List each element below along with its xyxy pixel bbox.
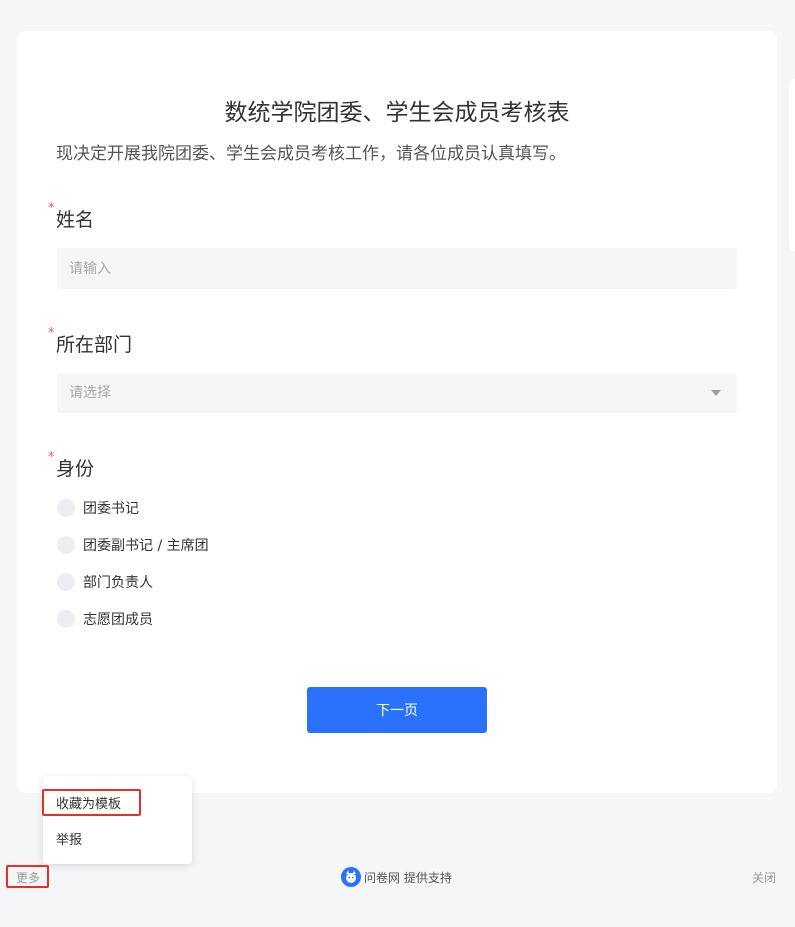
- department-select[interactable]: 请选择: [57, 373, 737, 413]
- radio-option-label: 团委副书记 / 主席团: [83, 538, 209, 554]
- question-department-label: * 所在部门: [48, 326, 133, 357]
- next-page-button[interactable]: 下一页: [307, 687, 487, 733]
- radio-option-label: 志愿团成员: [83, 612, 153, 628]
- select-placeholder: 请选择: [69, 385, 111, 401]
- caret-down-icon: [711, 390, 721, 396]
- brand-suffix: 提供支持: [400, 870, 452, 885]
- radio-circle-icon[interactable]: [57, 573, 75, 591]
- required-mark: *: [48, 450, 55, 465]
- role-radio-group: 团委书记 团委副书记 / 主席团 部门负责人 志愿团成员: [57, 497, 209, 645]
- radio-option[interactable]: 部门负责人: [57, 571, 209, 593]
- required-mark: *: [48, 326, 55, 341]
- report-item[interactable]: 举报: [43, 829, 192, 849]
- menu-item-label: 收藏为模板: [56, 797, 122, 812]
- brand-name: 问卷网: [364, 870, 401, 885]
- radio-circle-icon[interactable]: [57, 610, 75, 628]
- close-link[interactable]: 关闭: [752, 869, 776, 886]
- survey-title: 数统学院团委、学生会成员考核表: [224, 100, 570, 126]
- side-panel: [789, 78, 795, 252]
- radio-option[interactable]: 团委书记: [57, 497, 209, 519]
- radio-circle-icon[interactable]: [57, 499, 75, 517]
- radio-circle-icon[interactable]: [57, 536, 75, 554]
- survey-page: 数统学院团委、学生会成员考核表 现决定开展我院团委、学生会成员考核工作，请各位成…: [0, 0, 795, 927]
- survey-card: 数统学院团委、学生会成员考核表 现决定开展我院团委、学生会成员考核工作，请各位成…: [17, 31, 777, 793]
- save-as-template-item[interactable]: 收藏为模板: [43, 793, 192, 813]
- question-name-label: * 姓名: [48, 201, 95, 232]
- radio-option-label: 部门负责人: [83, 575, 153, 591]
- question-title: 身份: [56, 458, 95, 480]
- required-mark: *: [48, 201, 55, 216]
- survey-description: 现决定开展我院团委、学生会成员考核工作，请各位成员认真填写。: [56, 144, 566, 164]
- brand-logo-icon: [341, 867, 361, 887]
- question-title: 所在部门: [56, 334, 133, 356]
- powered-by[interactable]: 问卷网 提供支持: [341, 867, 452, 887]
- menu-item-label: 举报: [56, 833, 83, 848]
- more-popup-menu: 收藏为模板 举报: [43, 776, 192, 864]
- question-title: 姓名: [56, 209, 95, 231]
- radio-option-label: 团委书记: [83, 501, 139, 517]
- name-input[interactable]: [57, 248, 737, 289]
- radio-option[interactable]: 志愿团成员: [57, 608, 209, 630]
- radio-option[interactable]: 团委副书记 / 主席团: [57, 534, 209, 556]
- more-link[interactable]: 更多: [16, 869, 40, 886]
- question-role-label: * 身份: [48, 450, 95, 481]
